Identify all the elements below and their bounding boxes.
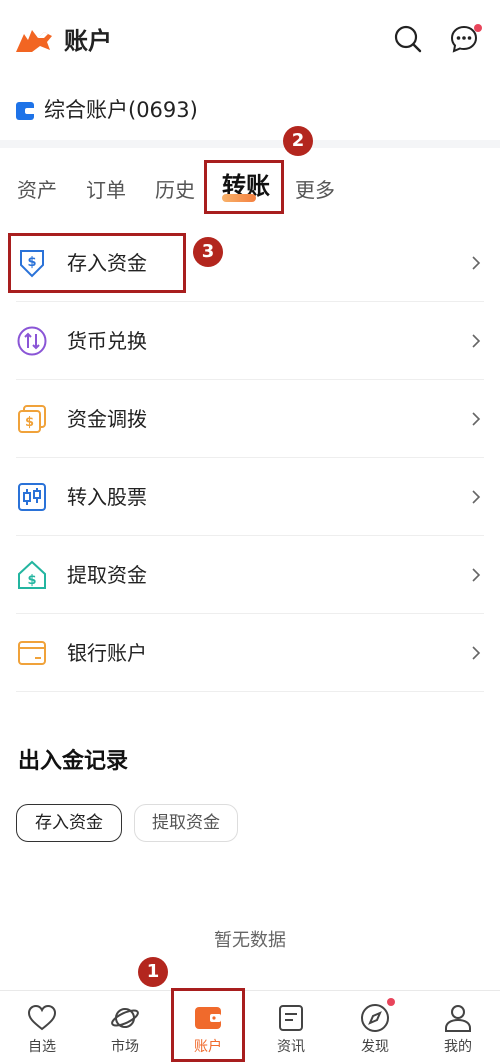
nav-label: 市场 bbox=[111, 1039, 139, 1055]
tab-assets[interactable]: 资产 bbox=[17, 174, 57, 206]
brand-logo-icon bbox=[16, 30, 52, 52]
section-divider bbox=[0, 140, 500, 148]
profile-icon bbox=[445, 1005, 471, 1032]
row-divider bbox=[16, 691, 484, 692]
wallet-icon bbox=[16, 102, 34, 120]
highlight-box-account-nav bbox=[171, 988, 245, 1062]
news-icon bbox=[279, 1005, 303, 1031]
search-icon[interactable] bbox=[393, 24, 423, 54]
list-item-fund-transfer[interactable]: $ 资金调拨 bbox=[0, 380, 500, 458]
account-name: 综合账户(0693) bbox=[44, 98, 198, 122]
notification-dot bbox=[387, 998, 395, 1006]
chevron-right-icon bbox=[472, 334, 481, 348]
list-item-label: 资金调拨 bbox=[67, 407, 147, 431]
records-section-title: 出入金记录 bbox=[18, 749, 129, 774]
empty-state-text: 暂无数据 bbox=[214, 930, 286, 951]
nav-label: 资讯 bbox=[277, 1039, 305, 1055]
account-selector[interactable]: 综合账户(0693) bbox=[0, 88, 500, 136]
chevron-right-icon bbox=[472, 568, 481, 582]
highlight-box-deposit bbox=[8, 233, 186, 293]
list-item-label: 提取资金 bbox=[67, 563, 147, 587]
list-item-label: 货币兑换 bbox=[67, 329, 147, 353]
tab-more[interactable]: 更多 bbox=[295, 174, 335, 206]
step-badge-1: 1 bbox=[138, 957, 168, 987]
highlight-box-transfer-tab bbox=[204, 160, 284, 214]
list-item-currency-exchange[interactable]: 货币兑换 bbox=[0, 302, 500, 380]
nav-item-watchlist[interactable]: 自选 bbox=[0, 991, 84, 1064]
heart-icon bbox=[27, 1004, 57, 1031]
bottom-navigation: 自选 市场 账户 资讯 发现 我的 bbox=[0, 990, 500, 1064]
tab-orders[interactable]: 订单 bbox=[86, 174, 126, 206]
chevron-right-icon bbox=[472, 412, 481, 426]
nav-label: 我的 bbox=[444, 1039, 472, 1055]
page-title: 账户 bbox=[64, 27, 112, 55]
list-item-stock-transfer[interactable]: 转入股票 bbox=[0, 458, 500, 536]
stock-transfer-icon bbox=[18, 483, 46, 511]
svg-text:$: $ bbox=[25, 415, 34, 430]
chevron-right-icon bbox=[472, 490, 481, 504]
list-item-label: 转入股票 bbox=[67, 485, 147, 509]
planet-icon bbox=[111, 1008, 139, 1028]
app-header: 账户 bbox=[0, 0, 500, 84]
withdraw-icon: $ bbox=[18, 560, 46, 589]
nav-item-news[interactable]: 资讯 bbox=[249, 991, 333, 1064]
compass-icon bbox=[361, 1004, 389, 1032]
svg-text:$: $ bbox=[27, 573, 36, 588]
filter-chip-withdraw[interactable]: 提取资金 bbox=[134, 804, 238, 842]
chevron-right-icon bbox=[472, 256, 481, 270]
list-item-withdraw[interactable]: $ 提取资金 bbox=[0, 536, 500, 614]
nav-label: 自选 bbox=[28, 1039, 56, 1055]
step-badge-2: 2 bbox=[283, 126, 313, 156]
fund-transfer-icon: $ bbox=[18, 405, 46, 433]
currency-exchange-icon bbox=[17, 326, 47, 356]
chevron-right-icon bbox=[472, 646, 481, 660]
list-item-label: 银行账户 bbox=[67, 641, 147, 665]
nav-item-market[interactable]: 市场 bbox=[83, 991, 167, 1064]
nav-item-profile[interactable]: 我的 bbox=[416, 991, 500, 1064]
nav-item-discover[interactable]: 发现 bbox=[333, 991, 417, 1064]
notification-dot bbox=[474, 24, 482, 32]
tab-history[interactable]: 历史 bbox=[155, 174, 195, 206]
list-item-bank-account[interactable]: 银行账户 bbox=[0, 614, 500, 692]
step-badge-3: 3 bbox=[193, 237, 223, 267]
nav-label: 发现 bbox=[361, 1039, 389, 1055]
filter-chip-deposit[interactable]: 存入资金 bbox=[16, 804, 122, 842]
bank-card-icon bbox=[18, 641, 46, 665]
